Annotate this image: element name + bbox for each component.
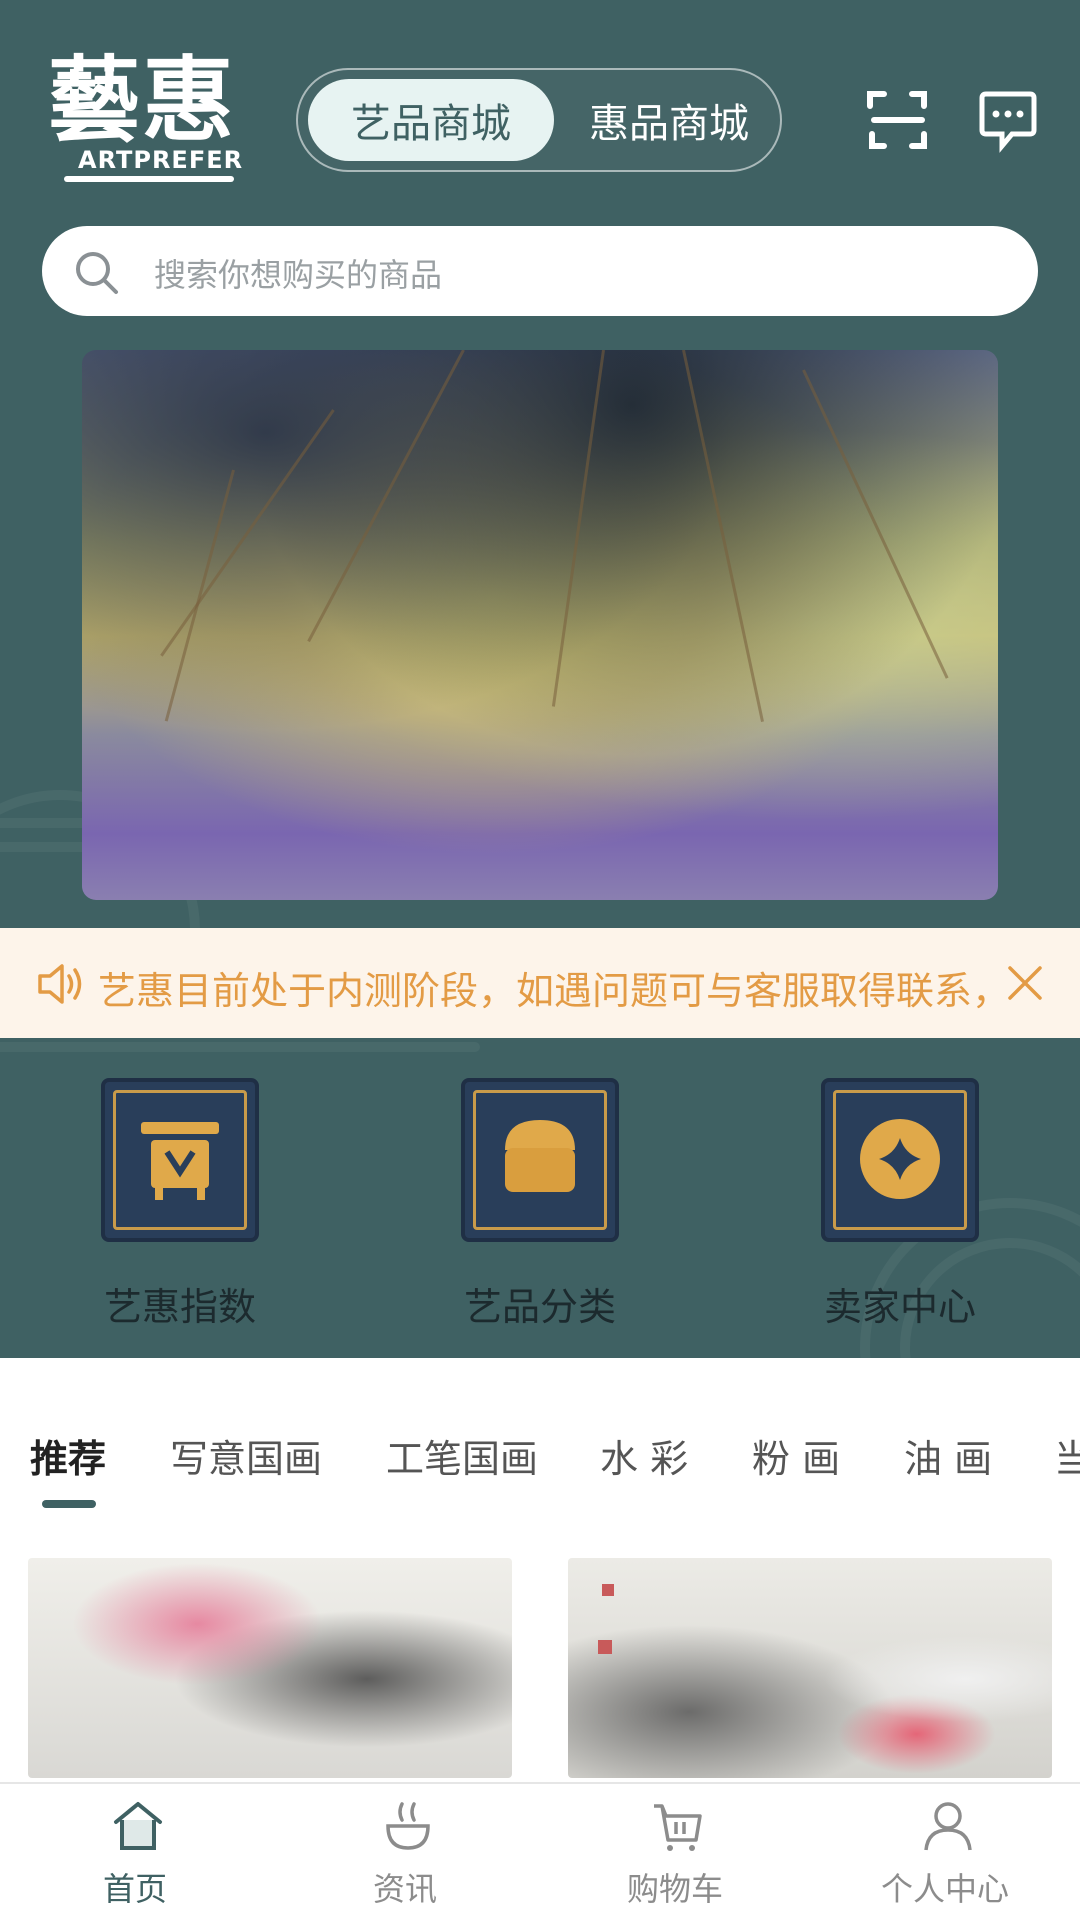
scan-icon[interactable] [866, 88, 930, 152]
home-icon [114, 1802, 162, 1850]
category-section: 艺惠指数 艺品分类 卖家中心 [0, 1038, 1080, 1358]
decor-line [0, 1042, 480, 1052]
close-icon[interactable] [1006, 964, 1044, 1002]
logo-bar [64, 176, 234, 182]
tab-benefit-mall[interactable]: 惠品商城 [564, 79, 774, 161]
search-bar[interactable]: 搜索你想购买的商品 [42, 226, 1038, 316]
banner-painting[interactable] [82, 350, 998, 900]
product-card[interactable] [28, 1558, 512, 1778]
cart-icon [654, 1804, 702, 1851]
vessel-icon [141, 1122, 219, 1200]
tab-freehand[interactable]: 写意国画 [170, 1428, 322, 1483]
category-index-tile[interactable] [101, 1078, 259, 1242]
news-icon [386, 1802, 430, 1850]
search-placeholder: 搜索你想购买的商品 [154, 256, 443, 294]
product-card[interactable] [568, 1558, 1052, 1778]
tab-pastel[interactable]: 粉 画 [752, 1428, 840, 1483]
mall-switch[interactable]: 艺品商城 惠品商城 [296, 68, 782, 172]
shop-icon [505, 1120, 575, 1192]
person-icon [924, 1802, 972, 1851]
logo: 藝惠 [48, 46, 237, 154]
seal-stamp [598, 1640, 612, 1654]
notice-text: 艺惠目前处于内测阶段，如遇问题可与客服取得联系， [98, 969, 998, 1013]
nav-home[interactable]: 首页 [0, 1784, 270, 1922]
category-browse-tile[interactable] [461, 1078, 619, 1242]
nav-label: 首页 [102, 1870, 167, 1908]
nav-profile[interactable]: 个人中心 [810, 1784, 1080, 1922]
category-seller-tile[interactable] [821, 1078, 979, 1242]
category-label[interactable]: 艺惠指数 [60, 1276, 300, 1331]
seal-stamp [602, 1584, 614, 1596]
logo-subtitle: ARTPREFER [78, 146, 244, 174]
search-icon [76, 252, 118, 294]
speaker-icon [38, 964, 82, 1004]
nav-label: 购物车 [626, 1870, 723, 1908]
tab-watercolor[interactable]: 水 彩 [600, 1428, 688, 1483]
nav-label: 个人中心 [880, 1870, 1009, 1908]
coin-icon [860, 1119, 940, 1199]
tab-art-mall[interactable]: 艺品商城 [308, 79, 554, 161]
message-icon[interactable] [978, 90, 1042, 154]
nav-label: 资讯 [372, 1870, 437, 1908]
category-label[interactable]: 卖家中心 [780, 1276, 1020, 1331]
tab-more[interactable]: 当 [1054, 1428, 1080, 1483]
tab-recommend[interactable]: 推荐 [30, 1428, 106, 1483]
header-area: 藝惠 ARTPREFER 艺品商城 惠品商城 搜索你想购买的商品 [0, 0, 1080, 928]
nav-news[interactable]: 资讯 [270, 1784, 540, 1922]
tab-oil[interactable]: 油 画 [904, 1428, 992, 1483]
category-label[interactable]: 艺品分类 [420, 1276, 660, 1331]
category-tabs: 推荐 写意国画 工笔国画 水 彩 粉 画 油 画 当 [0, 1358, 1080, 1518]
bottom-nav: 首页 资讯 购物车 个人中心 [0, 1782, 1080, 1922]
active-tab-indicator [42, 1500, 96, 1508]
nav-cart[interactable]: 购物车 [540, 1784, 810, 1922]
notice-bar: 艺惠目前处于内测阶段，如遇问题可与客服取得联系， [0, 928, 1080, 1038]
tab-fine-brush[interactable]: 工笔国画 [386, 1428, 538, 1483]
